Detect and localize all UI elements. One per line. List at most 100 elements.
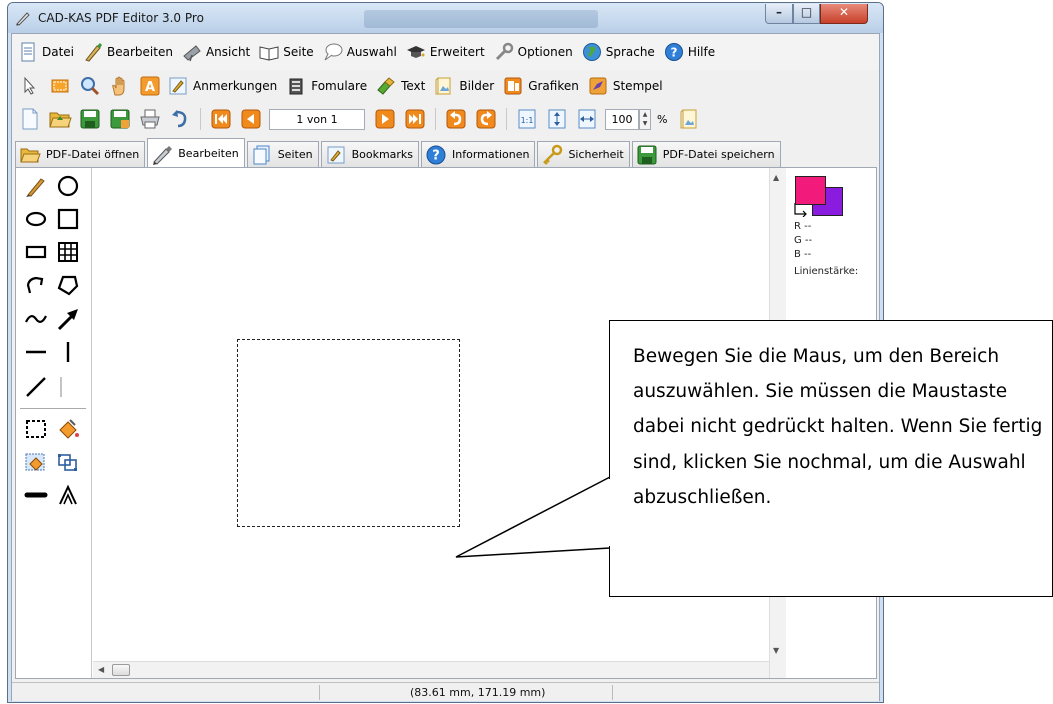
rotate-right-button[interactable]	[474, 107, 498, 131]
telescope-icon	[183, 45, 201, 62]
minimize-button[interactable]: –	[765, 4, 793, 24]
zoom-input[interactable]: 100	[605, 108, 639, 130]
square-icon	[57, 208, 79, 230]
close-button[interactable]: ✕	[820, 4, 868, 24]
rotate-right-icon	[476, 109, 496, 129]
rectangle-tool-button[interactable]	[22, 238, 50, 266]
tool-row	[22, 373, 86, 401]
fill-area-tool-button[interactable]	[22, 448, 50, 476]
tab-bookmarks[interactable]: Bookmarks	[320, 141, 420, 167]
tab-label: Informationen	[452, 148, 530, 161]
hand-tool-button[interactable]	[108, 74, 132, 98]
diagonal-line-tool-button[interactable]	[22, 373, 50, 401]
arrow-tool-button[interactable]	[54, 305, 82, 333]
polygon-tool-button[interactable]	[54, 271, 82, 299]
brush-icon	[26, 178, 45, 197]
menu-auswahl[interactable]: Auswahl	[323, 42, 397, 62]
menu-ansicht[interactable]: Ansicht	[182, 42, 250, 62]
thick-line-tool-button[interactable]	[22, 481, 50, 509]
menu-optionen[interactable]: Optionen	[494, 42, 573, 62]
scroll-down-icon[interactable]: ▼	[773, 646, 779, 655]
tab-edit[interactable]: Bearbeiten	[147, 138, 245, 168]
save-as-button[interactable]	[108, 107, 132, 131]
tool-row	[22, 415, 86, 443]
gallery-button[interactable]	[677, 107, 701, 131]
tool-row	[22, 205, 86, 233]
fit-width-button[interactable]	[575, 107, 599, 131]
chevron-tool-button[interactable]	[54, 481, 82, 509]
text-a-tool-button[interactable]: A	[138, 74, 162, 98]
horizontal-scrollbar[interactable]: ◀	[93, 661, 769, 678]
brush-tool-button[interactable]	[22, 172, 50, 200]
grid-tool-button[interactable]	[54, 238, 82, 266]
circle-tool-button[interactable]	[54, 172, 82, 200]
rectangle-icon	[25, 245, 47, 259]
polyline-tool-button[interactable]	[22, 271, 50, 299]
rectangle-select-button[interactable]	[48, 74, 72, 98]
print-button[interactable]	[138, 107, 162, 131]
menu-sprache[interactable]: Sprache	[582, 42, 655, 62]
help-icon: ?	[664, 43, 683, 61]
menu-bar: Datei Bearbeiten Ansicht Seite Auswahl E…	[12, 34, 879, 70]
actual-size-button[interactable]: 1:1	[515, 107, 539, 131]
text-button[interactable]: Text	[376, 76, 425, 96]
menu-label: Hilfe	[687, 45, 716, 59]
scroll-left-icon[interactable]: ◀	[98, 665, 104, 674]
undo-button[interactable]	[168, 107, 192, 131]
rotate-left-button[interactable]	[444, 107, 468, 131]
graphics-button[interactable]: Grafiken	[503, 76, 579, 96]
fit-height-button[interactable]	[545, 107, 569, 131]
vertical-line-tool-button[interactable]	[54, 338, 82, 366]
tab-save-pdf[interactable]: PDF-Datei speichern	[631, 141, 781, 167]
previous-page-icon	[241, 109, 261, 129]
menu-label: Seite	[283, 45, 314, 59]
brush-icon	[85, 43, 103, 62]
menu-bearbeiten[interactable]: Bearbeiten	[83, 42, 173, 62]
annotations-button[interactable]: Anmerkungen	[168, 76, 277, 96]
key-icon	[543, 144, 563, 165]
fill-tool-button[interactable]	[54, 415, 82, 443]
new-file-button[interactable]	[18, 107, 42, 131]
thin-line-tool-button[interactable]	[54, 373, 82, 401]
tab-security[interactable]: Sicherheit	[537, 141, 630, 167]
menu-seite[interactable]: Seite	[259, 42, 314, 62]
page-number-field[interactable]: 1 von 1	[269, 108, 365, 130]
tab-pages[interactable]: Seiten	[246, 141, 319, 167]
save-file-button[interactable]	[78, 107, 102, 131]
scroll-thumb[interactable]	[112, 664, 130, 676]
tab-label: PDF-Datei speichern	[662, 148, 775, 161]
cursor-tool-button[interactable]	[18, 74, 42, 98]
zoom-spinner[interactable]: ▲ ▼	[639, 108, 651, 130]
dashed-rect-tool-button[interactable]	[22, 415, 50, 443]
stamp-button[interactable]: Stempel	[588, 76, 663, 96]
menu-label: Ansicht	[205, 45, 251, 59]
curve-tool-button[interactable]	[22, 305, 50, 333]
tab-information[interactable]: ? Informationen	[421, 141, 536, 167]
title-bar[interactable]: CAD-KAS PDF Editor 3.0 Pro – □ ✕	[8, 3, 883, 33]
first-page-button[interactable]	[209, 107, 233, 131]
last-page-icon	[405, 109, 425, 129]
next-page-button[interactable]	[373, 107, 397, 131]
menu-datei[interactable]: Datei	[18, 42, 74, 62]
forms-button[interactable]: Fomulare	[286, 76, 367, 96]
open-file-button[interactable]	[48, 107, 72, 131]
actual-size-icon: 1:1	[518, 109, 536, 129]
tab-bar: PDF-Datei öffnen Bearbeiten Seiten Bookm…	[15, 138, 783, 168]
menu-erweitert[interactable]: Erweitert	[406, 42, 485, 62]
transform-tool-button[interactable]	[54, 448, 82, 476]
images-button[interactable]: Bilder	[434, 76, 494, 96]
rotate-left-icon	[446, 109, 466, 129]
square-tool-button[interactable]	[54, 205, 82, 233]
menu-hilfe[interactable]: ? Hilfe	[664, 42, 715, 62]
foreground-color-swatch[interactable]	[795, 176, 826, 205]
tab-open-pdf[interactable]: PDF-Datei öffnen	[15, 141, 146, 167]
ellipse-tool-button[interactable]	[22, 205, 50, 233]
zoom-tool-button[interactable]	[78, 74, 102, 98]
horizontal-line-tool-button[interactable]	[22, 338, 50, 366]
selection-rectangle[interactable]	[237, 339, 460, 527]
scroll-up-icon[interactable]: ▲	[773, 173, 779, 182]
previous-page-button[interactable]	[239, 107, 263, 131]
maximize-button[interactable]: □	[793, 4, 820, 24]
last-page-button[interactable]	[403, 107, 427, 131]
close-icon: ✕	[838, 5, 850, 19]
